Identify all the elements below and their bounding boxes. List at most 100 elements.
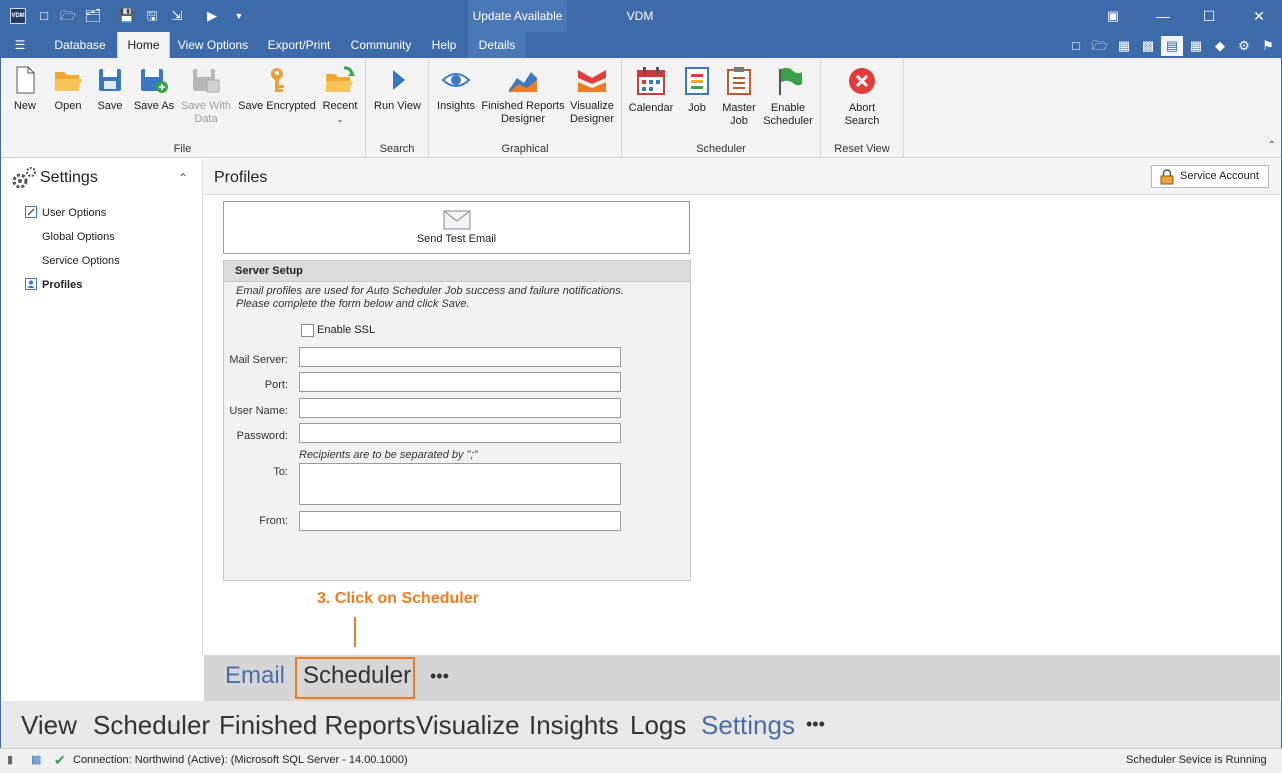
ribbon-display-icon[interactable]: ▣ bbox=[1090, 0, 1136, 32]
maximize-button[interactable]: ☐ bbox=[1186, 0, 1232, 32]
open-recent-icon[interactable]: 🗂 bbox=[84, 7, 102, 25]
open-folder-icon[interactable]: 🗁 bbox=[59, 7, 77, 25]
open-button[interactable]: Open bbox=[50, 66, 86, 113]
area-chart-icon bbox=[509, 72, 537, 92]
finished-reports-designer-button[interactable]: Finished Reports Designer bbox=[481, 66, 565, 126]
insights-button[interactable]: Insights bbox=[434, 66, 478, 113]
tab-database[interactable]: Database bbox=[47, 32, 113, 58]
sidebar-item-service-options[interactable]: Service Options bbox=[42, 255, 120, 267]
key-icon bbox=[271, 68, 284, 92]
module-settings[interactable]: Settings bbox=[701, 710, 795, 741]
tab-view-options[interactable]: View Options bbox=[172, 32, 254, 58]
tiles-icon[interactable]: ▩ bbox=[1137, 36, 1159, 56]
save-encrypted-button[interactable]: Save Encrypted bbox=[237, 66, 317, 113]
abort-label-2: Search bbox=[844, 115, 880, 127]
sidebar-item-profiles[interactable]: Profiles bbox=[42, 279, 82, 291]
frd-label-2: Designer bbox=[500, 113, 546, 125]
export-icon[interactable]: ⇲ bbox=[168, 7, 186, 25]
update-available-tab[interactable]: Update Available bbox=[468, 0, 567, 32]
module-scheduler[interactable]: Scheduler bbox=[93, 710, 210, 741]
new-file-icon[interactable]: □ bbox=[35, 7, 53, 25]
sidebar-item-user-options[interactable]: User Options bbox=[42, 207, 106, 219]
ribbon-group-label-search: Search bbox=[379, 143, 415, 155]
job-button[interactable]: Job bbox=[680, 66, 714, 115]
save-as-label: Save As bbox=[133, 100, 175, 112]
mail-server-label: Mail Server: bbox=[229, 354, 288, 366]
folder-icon[interactable]: 🗁 bbox=[1089, 36, 1111, 56]
grid-icon[interactable]: ▦ bbox=[1113, 36, 1135, 56]
status-bar: ▮ ▩ ✔ Connection: Northwind (Active): (M… bbox=[0, 748, 1282, 773]
master-job-button[interactable]: Master Job bbox=[719, 66, 759, 128]
abort-search-button[interactable]: Abort Search bbox=[837, 66, 887, 128]
master-job-icon bbox=[727, 67, 751, 95]
save-as-button[interactable]: Save As bbox=[131, 66, 177, 113]
abort-icon bbox=[849, 68, 875, 94]
chevron-up-icon[interactable]: ⌃ bbox=[178, 171, 188, 185]
save-as-icon[interactable]: 🖫 bbox=[143, 7, 161, 25]
play-icon bbox=[392, 70, 405, 90]
module-finished-reports[interactable]: Finished Reports bbox=[219, 710, 416, 741]
password-input[interactable] bbox=[299, 423, 621, 443]
lock-icon bbox=[1160, 169, 1174, 185]
close-button[interactable]: ✕ bbox=[1236, 0, 1282, 32]
minimize-button[interactable]: — bbox=[1140, 0, 1186, 32]
mail-server-input[interactable] bbox=[299, 347, 621, 367]
sidebar-item-global-options[interactable]: Global Options bbox=[42, 231, 115, 243]
gears-icon bbox=[12, 167, 36, 189]
subtab-more-icon[interactable]: ••• bbox=[430, 666, 449, 687]
port-label: Port: bbox=[264, 379, 288, 391]
module-visualize[interactable]: Visualize bbox=[416, 710, 520, 741]
subtab-scheduler[interactable]: Scheduler bbox=[303, 662, 411, 690]
new-button[interactable]: New bbox=[8, 66, 42, 113]
notification-icon[interactable]: ▮ bbox=[7, 749, 13, 772]
module-insights[interactable]: Insights bbox=[529, 710, 619, 741]
ribbon-group-reset-view: Abort Search Reset View bbox=[821, 58, 904, 158]
enable-ssl-label: Enable SSL bbox=[317, 324, 376, 336]
tab-export-print[interactable]: Export/Print bbox=[258, 32, 340, 58]
from-input[interactable] bbox=[299, 511, 621, 531]
collapse-ribbon-icon[interactable]: ⌃ bbox=[1268, 140, 1276, 151]
to-textarea[interactable] bbox=[299, 463, 621, 505]
flag-icon[interactable]: ⚑ bbox=[1257, 36, 1279, 56]
run-icon[interactable]: ▶ bbox=[203, 7, 221, 25]
tab-help[interactable]: Help bbox=[422, 32, 466, 58]
enable-scheduler-button[interactable]: Enable Scheduler bbox=[762, 66, 814, 128]
calendar-button[interactable]: Calendar bbox=[627, 66, 675, 115]
to-label: To: bbox=[273, 466, 288, 478]
subtab-email[interactable]: Email bbox=[225, 662, 285, 690]
enable-ssl-checkbox[interactable] bbox=[301, 324, 314, 337]
panel-header: Profiles Service Account bbox=[204, 159, 1280, 195]
service-account-button[interactable]: Service Account bbox=[1151, 165, 1269, 188]
calendar-icon bbox=[637, 67, 665, 95]
run-view-label: Run View bbox=[374, 100, 421, 112]
recent-label: Recent bbox=[322, 100, 358, 112]
list-icon[interactable]: ▤ bbox=[1161, 36, 1183, 56]
tab-community[interactable]: Community bbox=[344, 32, 418, 58]
save-ribbon-icon bbox=[99, 69, 121, 91]
customize-dropdown-icon[interactable]: ▼ bbox=[230, 7, 248, 25]
save-icon[interactable]: 💾 bbox=[118, 7, 136, 25]
save-with-data-button[interactable]: Save With Data bbox=[180, 66, 232, 126]
settings-grid-icon[interactable]: ⚙ bbox=[1233, 36, 1255, 56]
module-view[interactable]: View bbox=[21, 710, 77, 741]
eye-icon bbox=[441, 73, 471, 87]
module-more-icon[interactable]: ••• bbox=[806, 714, 825, 735]
tab-details[interactable]: Details bbox=[468, 32, 526, 58]
app-menu-icon[interactable]: ☰ bbox=[6, 32, 34, 58]
send-test-email-button[interactable]: Send Test Email bbox=[223, 201, 690, 254]
recent-button[interactable]: Recent ⌄ bbox=[320, 66, 360, 126]
table-icon[interactable]: ▦ bbox=[1185, 36, 1207, 56]
open-label: Open bbox=[54, 100, 82, 112]
ribbon: New Open Save Save As Save With Data Sav… bbox=[0, 58, 1282, 158]
save-encrypted-label: Save Encrypted bbox=[238, 100, 316, 112]
tab-home[interactable]: Home bbox=[117, 32, 170, 58]
user-name-input[interactable] bbox=[299, 398, 621, 418]
new-view-icon[interactable]: □ bbox=[1065, 36, 1087, 56]
visualize-designer-button[interactable]: Visualize Designer bbox=[567, 66, 617, 126]
run-view-button[interactable]: Run View bbox=[370, 66, 425, 113]
module-logs[interactable]: Logs bbox=[630, 710, 686, 741]
port-input[interactable] bbox=[299, 372, 621, 392]
recent-chevron-down-icon[interactable]: ⌄ bbox=[337, 115, 344, 124]
eraser-icon[interactable]: ◆ bbox=[1209, 36, 1231, 56]
save-button[interactable]: Save bbox=[94, 66, 126, 113]
